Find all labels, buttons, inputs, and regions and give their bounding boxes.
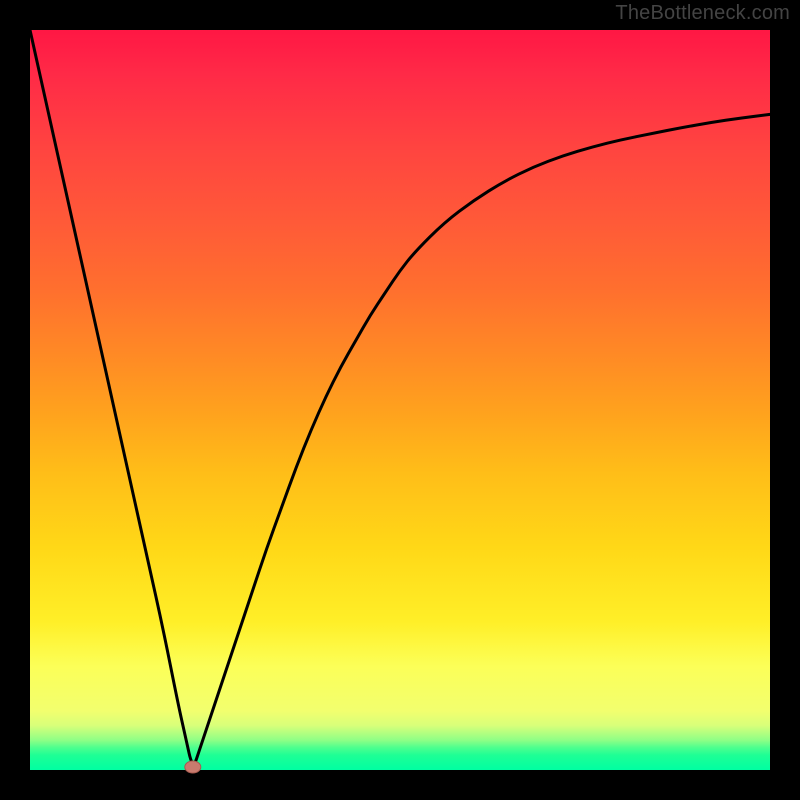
- marker-group: [185, 761, 201, 773]
- chart-svg: [0, 0, 800, 800]
- bottleneck-curve: [30, 30, 770, 763]
- curve-group: [30, 30, 770, 763]
- chart-frame: TheBottleneck.com: [0, 0, 800, 800]
- watermark-text: TheBottleneck.com: [615, 2, 790, 25]
- optimum-marker: [185, 761, 201, 773]
